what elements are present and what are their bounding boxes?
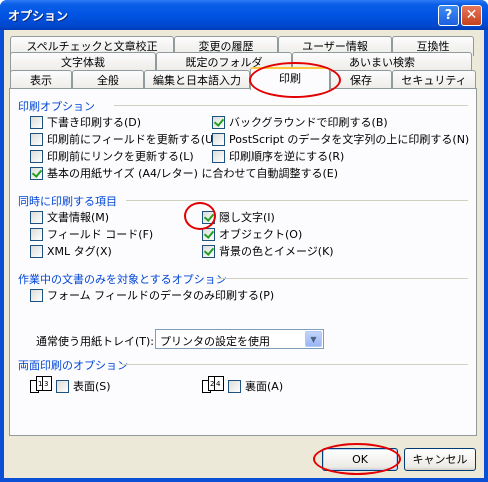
checkbox-box[interactable] <box>30 288 43 302</box>
reverse-order-checkbox[interactable]: 印刷順序を逆にする(R) <box>212 148 344 164</box>
include-items-title: 同時に印刷する項目 <box>18 195 117 208</box>
checkbox-label: 印刷前にリンクを更新する(L) <box>47 150 194 163</box>
checkbox-box[interactable] <box>30 132 43 146</box>
tab-view[interactable]: 表示 <box>10 70 72 90</box>
divider <box>216 278 468 279</box>
checkbox-label: 表面(S) <box>73 380 111 393</box>
xml-tags-checkbox[interactable]: XML タグ(X) <box>30 243 112 259</box>
divider <box>126 200 468 201</box>
duplex-front-icon: 3 1 <box>30 376 52 393</box>
background-print-checkbox[interactable]: バックグラウンドで印刷する(B) <box>212 114 388 130</box>
dialog-client: スペルチェックと文章校正 変更の履歴 ユーザー情報 互換性 文字体裁 既定のフォ… <box>4 30 484 478</box>
window-title: オプション <box>8 9 69 23</box>
hidden-text-checkbox[interactable]: 隠し文字(I) <box>202 209 275 225</box>
current-doc-title: 作業中の文書のみを対象とするオプション <box>18 273 227 286</box>
duplex-title: 両面印刷のオプション <box>18 359 128 372</box>
checkbox-box[interactable] <box>212 149 225 163</box>
form-data-only-checkbox[interactable]: フォーム フィールドのデータのみ印刷する(P) <box>30 287 274 303</box>
checkbox-box[interactable] <box>30 210 43 224</box>
checkbox-box[interactable] <box>56 379 69 393</box>
checkbox-box[interactable] <box>30 244 43 258</box>
checkbox-box[interactable] <box>202 210 215 224</box>
tab-save[interactable]: 保存 <box>330 70 392 90</box>
checkbox-label: フォーム フィールドのデータのみ印刷する(P) <box>47 289 275 302</box>
tray-select-value: プリンタの設定を使用 <box>160 335 270 348</box>
checkbox-box[interactable] <box>30 166 43 180</box>
checkbox-box[interactable] <box>202 244 215 258</box>
svg-text:3: 3 <box>44 380 48 388</box>
checkbox-label: 裏面(A) <box>245 380 284 393</box>
checkbox-box[interactable] <box>30 227 43 241</box>
checkbox-label: PostScript のデータを文字列の上に印刷する(N) <box>229 133 470 146</box>
checkbox-label: 基本の用紙サイズ (A4/レター) に合わせて自動調整する(E) <box>47 167 339 180</box>
print-tab-panel: 印刷オプション 下書き印刷する(D) 印刷前にフィールドを更新する(U) 印刷前… <box>9 88 477 436</box>
checkbox-box[interactable] <box>30 115 43 129</box>
checkbox-box[interactable] <box>212 132 225 146</box>
checkbox-box[interactable] <box>202 227 215 241</box>
chevron-down-icon[interactable]: ▼ <box>305 331 322 347</box>
help-button[interactable]: ? <box>438 5 459 26</box>
tab-edit[interactable]: 編集と日本語入力 <box>144 70 250 90</box>
postscript-checkbox[interactable]: PostScript のデータを文字列の上に印刷する(N) <box>212 131 469 147</box>
checkbox-label: 隠し文字(I) <box>219 211 275 224</box>
svg-text:4: 4 <box>216 380 221 388</box>
tray-label: 通常使う用紙トレイ(T): <box>36 335 155 348</box>
ok-button[interactable]: OK <box>322 448 398 471</box>
checkbox-label: 背景の色とイメージ(K) <box>219 245 334 258</box>
back-side-checkbox[interactable]: 裏面(A) <box>228 378 283 394</box>
tab-typography[interactable]: 文字体裁 <box>10 52 156 72</box>
auto-resize-checkbox[interactable]: 基本の用紙サイズ (A4/レター) に合わせて自動調整する(E) <box>30 165 338 181</box>
svg-text:2: 2 <box>210 380 214 388</box>
checkbox-box[interactable] <box>30 149 43 163</box>
field-codes-checkbox[interactable]: フィールド コード(F) <box>30 226 153 242</box>
cancel-button[interactable]: キャンセル <box>404 448 476 471</box>
checkbox-label: 文書情報(M) <box>47 211 110 224</box>
background-color-checkbox[interactable]: 背景の色とイメージ(K) <box>202 243 334 259</box>
close-button[interactable]: ✕ <box>461 5 482 26</box>
front-side-checkbox[interactable]: 表面(S) <box>56 378 111 394</box>
draft-print-checkbox[interactable]: 下書き印刷する(D) <box>30 114 141 130</box>
tab-security[interactable]: セキュリティ <box>392 70 476 90</box>
duplex-back-icon: 2 4 <box>202 376 224 393</box>
update-fields-checkbox[interactable]: 印刷前にフィールドを更新する(U) <box>30 131 217 147</box>
objects-checkbox[interactable]: オブジェクト(O) <box>202 226 302 242</box>
options-dialog: オプション ? ✕ スペルチェックと文章校正 変更の履歴 ユーザー情報 互換性 … <box>0 0 488 482</box>
tab-general[interactable]: 全般 <box>72 70 144 90</box>
checkbox-label: オブジェクト(O) <box>219 228 303 241</box>
update-links-checkbox[interactable]: 印刷前にリンクを更新する(L) <box>30 148 194 164</box>
checkbox-box[interactable] <box>228 379 241 393</box>
divider <box>122 364 468 365</box>
divider <box>114 105 468 106</box>
checkbox-label: バックグラウンドで印刷する(B) <box>229 116 388 129</box>
checkbox-label: 印刷前にフィールドを更新する(U) <box>47 133 218 146</box>
tray-select[interactable]: プリンタの設定を使用 ▼ <box>155 329 324 349</box>
tab-print[interactable]: 印刷 <box>250 67 330 90</box>
checkbox-box[interactable] <box>212 115 225 129</box>
checkbox-label: フィールド コード(F) <box>47 228 154 241</box>
print-options-title: 印刷オプション <box>18 100 95 113</box>
checkbox-label: 下書き印刷する(D) <box>47 116 142 129</box>
checkbox-label: 印刷順序を逆にする(R) <box>229 150 345 163</box>
doc-info-checkbox[interactable]: 文書情報(M) <box>30 209 109 225</box>
checkbox-label: XML タグ(X) <box>47 245 112 258</box>
svg-text:1: 1 <box>38 380 42 388</box>
title-bar[interactable]: オプション ? ✕ <box>0 0 488 30</box>
